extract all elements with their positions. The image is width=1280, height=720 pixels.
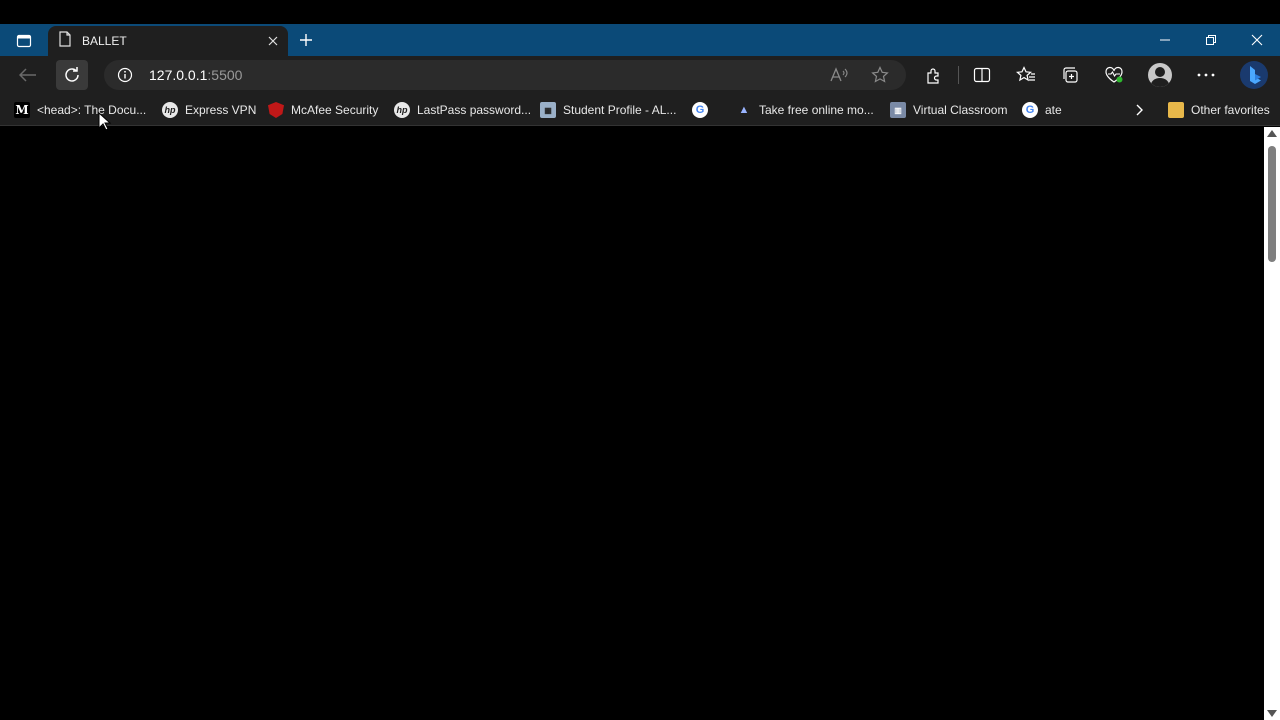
favorites-button[interactable] xyxy=(1010,60,1042,90)
extensions-button[interactable] xyxy=(918,60,950,90)
bookmark-item[interactable]: ▦ Student Profile - AL... xyxy=(540,98,676,122)
url-text[interactable]: 127.0.0.1:5500 xyxy=(149,67,242,83)
browser-essentials-button[interactable] xyxy=(1098,60,1130,90)
scroll-down-arrow-icon[interactable] xyxy=(1267,710,1277,717)
top-strip xyxy=(0,0,1280,24)
maximize-button[interactable] xyxy=(1188,24,1234,56)
bookmark-label: Take free online mo... xyxy=(759,103,874,117)
url-host: 127.0.0.1 xyxy=(149,67,208,83)
new-tab-button[interactable] xyxy=(294,28,318,52)
bookmarks-overflow-button[interactable] xyxy=(1130,98,1150,122)
bookmark-item[interactable]: hp Express VPN xyxy=(162,98,256,122)
bookmark-item[interactable]: G xyxy=(692,98,715,122)
refresh-button[interactable] xyxy=(56,60,88,90)
star-icon[interactable] xyxy=(867,63,893,87)
bookmark-item[interactable]: ▥ Virtual Classroom xyxy=(890,98,1007,122)
toolbar-separator xyxy=(958,66,959,84)
bookmark-label: McAfee Security xyxy=(291,103,379,117)
other-favorites-label: Other favorites xyxy=(1191,103,1270,117)
folder-icon xyxy=(1168,102,1184,118)
read-aloud-icon[interactable] xyxy=(826,63,852,87)
tab-actions-icon[interactable] xyxy=(6,28,42,54)
close-tab-icon[interactable] xyxy=(264,32,282,50)
more-options-button[interactable] xyxy=(1190,60,1222,90)
bookmark-item[interactable]: McAfee Security xyxy=(268,98,378,122)
bookmarks-bar: M <head>: The Docu... hp Express VPN McA… xyxy=(0,94,1280,126)
active-tab[interactable]: BALLET xyxy=(48,26,288,56)
hp-icon: hp xyxy=(394,102,410,118)
close-window-button[interactable] xyxy=(1234,24,1280,56)
page-content xyxy=(0,127,1264,720)
bookmark-label: Virtual Classroom xyxy=(913,103,1008,117)
split-screen-button[interactable] xyxy=(966,60,998,90)
scroll-thumb[interactable] xyxy=(1268,146,1276,262)
bookmark-item[interactable]: M <head>: The Docu... xyxy=(14,98,146,122)
vertical-scrollbar[interactable] xyxy=(1264,127,1280,720)
mouse-cursor-icon xyxy=(98,112,112,131)
bookmark-label: ate xyxy=(1045,103,1062,117)
mcafee-icon xyxy=(268,102,284,118)
minimize-button[interactable] xyxy=(1142,24,1188,56)
mdn-icon: M xyxy=(14,102,30,118)
bookmark-label: LastPass password... xyxy=(417,103,532,117)
bookmark-label: Express VPN xyxy=(185,103,257,117)
google-icon: G xyxy=(1022,102,1038,118)
google-icon: G xyxy=(692,102,708,118)
page-icon xyxy=(58,30,72,52)
other-favorites[interactable]: Other favorites xyxy=(1168,98,1270,122)
student-icon: ▦ xyxy=(540,102,556,118)
info-icon[interactable] xyxy=(114,65,136,85)
bookmark-item[interactable]: hp LastPass password... xyxy=(394,98,531,122)
take-icon: ▲ xyxy=(738,104,750,116)
collections-button[interactable] xyxy=(1054,60,1086,90)
bookmark-item[interactable]: ▲ Take free online mo... xyxy=(736,98,874,122)
bookmark-label: Student Profile - AL... xyxy=(563,103,677,117)
url-port: :5500 xyxy=(207,67,243,83)
navigation-toolbar: 127.0.0.1:5500 xyxy=(0,56,1280,94)
profile-icon xyxy=(1148,63,1172,87)
bing-copilot-button[interactable] xyxy=(1236,60,1272,90)
title-bar: BALLET xyxy=(0,24,1280,56)
bookmark-label: <head>: The Docu... xyxy=(37,103,147,117)
classroom-icon: ▥ xyxy=(890,102,906,118)
profile-button[interactable] xyxy=(1144,60,1176,90)
address-bar[interactable]: 127.0.0.1:5500 xyxy=(104,60,906,90)
tab-title: BALLET xyxy=(82,34,127,48)
hp-icon: hp xyxy=(162,102,178,118)
scroll-up-arrow-icon[interactable] xyxy=(1267,130,1277,137)
back-button[interactable] xyxy=(12,60,44,90)
chevron-right-icon xyxy=(1136,104,1143,116)
bookmark-item[interactable]: G ate xyxy=(1022,98,1062,122)
